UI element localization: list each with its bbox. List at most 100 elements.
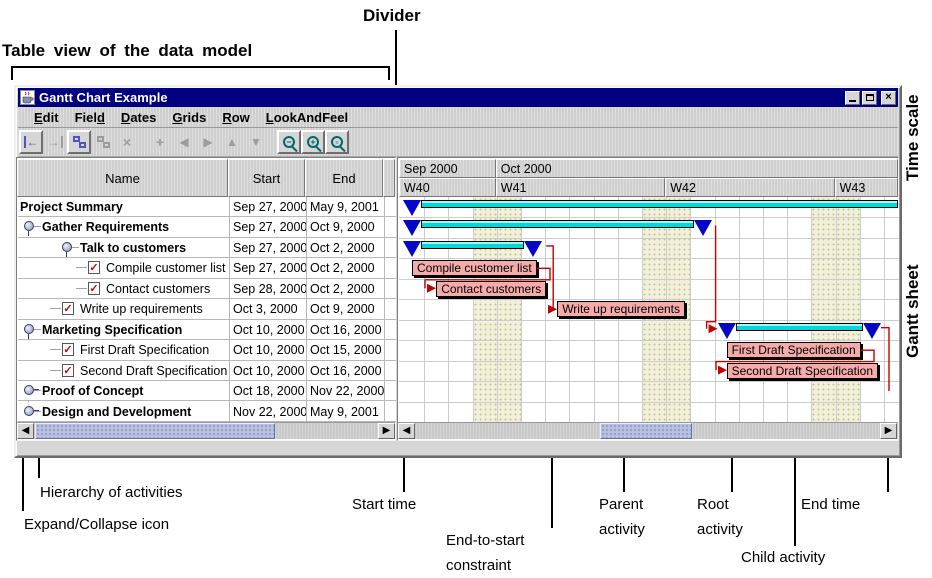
activity-checkbox-icon[interactable]: ✓ [88,282,100,295]
summary-activity-bar[interactable] [421,200,898,208]
activity-end-date: Oct 9, 2000 [310,302,375,316]
table-row[interactable]: Project SummarySep 27, 2000May 9, 2001 [18,197,396,217]
row-gridline [399,402,899,403]
activity-start-date: Sep 27, 2000 [233,241,307,255]
minimize-button[interactable] [845,91,860,105]
maximize-button[interactable] [862,91,877,105]
activity-end-date: Oct 16, 2000 [310,323,382,337]
activity-checkbox-icon[interactable]: ✓ [62,364,74,377]
end-marker-triangle[interactable] [694,220,712,236]
column-separator [306,197,307,422]
unlink-activities-button[interactable] [91,130,115,154]
start-marker-triangle[interactable] [403,200,421,216]
link-activities-button[interactable] [67,130,91,154]
scroll-left-button[interactable]: ◀ [398,423,415,439]
summary-activity-bar[interactable] [421,220,694,228]
table-row[interactable]: ✓Write up requirementsOct 3, 2000Oct 9, … [18,299,396,319]
menu-item-lookandfeel[interactable]: LookAndFeel [258,108,356,127]
scroll-right-button[interactable]: ▶ [378,423,395,439]
tree-connector [50,370,61,371]
move-down-button[interactable]: ▼ [244,130,268,154]
day-gridline [860,197,861,422]
expanded-handle-icon[interactable] [62,242,72,252]
menu-item-field[interactable]: Field [67,108,113,127]
end-marker-triangle[interactable] [863,323,881,339]
java-coffee-cup-icon [20,90,35,105]
row-gridline [399,361,899,362]
gantt-scrollbar-thumb[interactable] [600,423,692,439]
tree-connector [50,349,61,350]
menu-item-row[interactable]: Row [214,108,257,127]
task-box[interactable]: Write up requirements [557,301,685,317]
magnifier-fit-icon: ▫ [331,136,343,148]
window-title: Gantt Chart Example [39,90,843,105]
activity-name: Proof of Concept [42,384,143,398]
summary-activity-bar[interactable] [421,241,524,249]
table-row[interactable]: Design and DevelopmentNov 22, 2000May 9,… [18,402,396,422]
column-separator [229,197,230,422]
title-bar[interactable]: Gantt Chart Example × [18,88,898,107]
table-view-bracket-left-tick [11,66,13,80]
table-rows: Project SummarySep 27, 2000May 9, 2001Ga… [18,197,396,422]
outdent-activity-button[interactable]: ← [19,130,43,154]
zoom-fit-button[interactable]: ▫ [325,130,349,154]
scroll-left-icon: ◀ [403,426,411,436]
delete-activity-button[interactable]: × [115,130,139,154]
collapsed-handle-icon[interactable] [24,385,34,395]
day-gridline [424,197,425,422]
indent-activity-button[interactable]: → [43,130,67,154]
menu-item-grids[interactable]: Grids [164,108,214,127]
column-header-start[interactable]: Start [228,159,305,197]
activity-start-date: Oct 18, 2000 [233,384,305,398]
table-row[interactable]: ✓Compile customer listSep 27, 2000Oct 2,… [18,258,396,278]
task-box[interactable]: Compile customer list [412,260,537,276]
zoom-out-button[interactable]: − [277,130,301,154]
column-header-name[interactable]: Name [17,159,228,197]
start-marker-triangle[interactable] [403,220,421,236]
move-up-button[interactable]: ▲ [220,130,244,154]
table-row[interactable]: Marketing SpecificationOct 10, 2000Oct 1… [18,320,396,340]
task-box[interactable]: Contact customers [436,281,546,297]
move-left-button[interactable]: ◀ [172,130,196,154]
day-gridline [521,197,522,422]
row-gridline [399,238,899,239]
activity-start-date: Oct 10, 2000 [233,343,305,357]
end-marker-triangle[interactable] [524,241,542,257]
table-row[interactable]: ✓Contact customersSep 28, 2000Oct 2, 200… [18,279,396,299]
table-row[interactable]: Talk to customersSep 27, 2000Oct 2, 2000 [18,238,396,258]
task-box[interactable]: Second Draft Specification [727,363,878,379]
menu-item-dates[interactable]: Dates [113,108,164,127]
activity-start-date: Sep 27, 2000 [233,220,307,234]
start-marker-triangle[interactable] [718,323,736,339]
scroll-left-button[interactable]: ◀ [17,423,34,439]
day-gridline [497,197,498,422]
table-row[interactable]: Gather RequirementsSep 27, 2000Oct 9, 20… [18,217,396,237]
collapsed-handle-icon[interactable] [24,406,34,416]
move-right-button[interactable]: ▶ [196,130,220,154]
scroll-right-button[interactable]: ▶ [880,423,897,439]
add-activity-button[interactable]: + [148,130,172,154]
tree-connector [50,308,61,309]
start-marker-triangle[interactable] [403,241,421,257]
activity-checkbox-icon[interactable]: ✓ [88,261,100,274]
activity-checkbox-icon[interactable]: ✓ [62,302,74,315]
menu-item-edit[interactable]: Edit [26,108,67,127]
row-gridline [399,299,899,300]
table-row[interactable]: ✓First Draft SpecificationOct 10, 2000Oc… [18,340,396,360]
expanded-handle-icon[interactable] [24,324,34,334]
week-cell: W41 [496,178,665,197]
table-row[interactable]: Proof of ConceptOct 18, 2000Nov 22, 2000 [18,381,396,401]
summary-activity-bar[interactable] [736,323,863,331]
task-box[interactable]: First Draft Specification [727,342,861,358]
close-button[interactable]: × [881,91,896,105]
table-scrollbar-thumb[interactable] [35,423,275,439]
gantt-horizontal-scrollbar[interactable]: ◀ ▶ [398,422,898,439]
column-header-end[interactable]: End [305,159,383,197]
expanded-handle-icon[interactable] [24,221,34,231]
table-horizontal-scrollbar[interactable]: ◀ ▶ [17,422,395,439]
day-gridline [811,197,812,422]
activity-name: First Draft Specification [80,343,209,357]
activity-checkbox-icon[interactable]: ✓ [62,343,74,356]
table-row[interactable]: ✓Second Draft SpecificationOct 10, 2000O… [18,361,396,381]
zoom-in-button[interactable]: + [301,130,325,154]
